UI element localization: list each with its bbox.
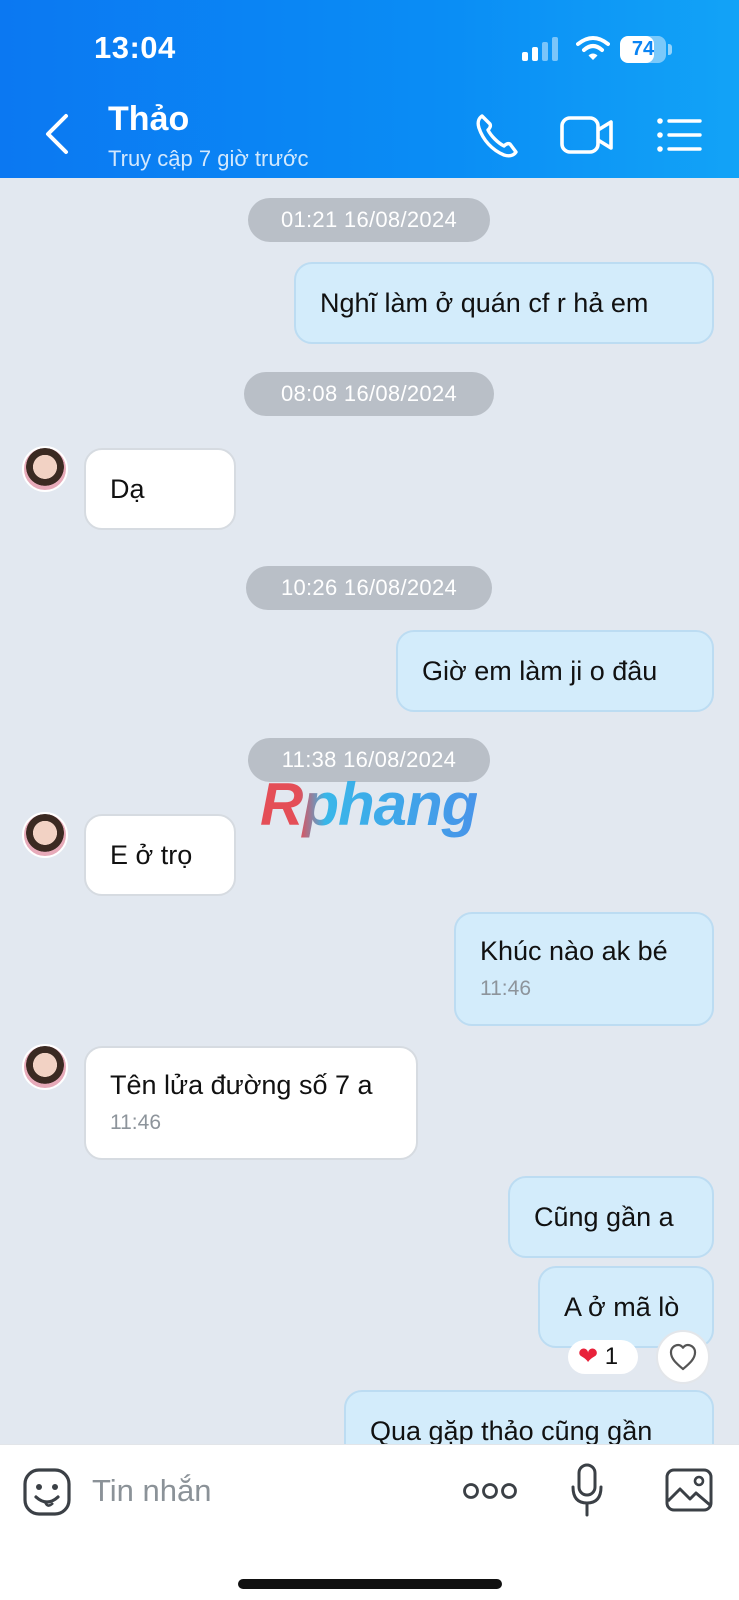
more-icon[interactable] bbox=[462, 1473, 518, 1509]
message-text: Dạ bbox=[110, 474, 145, 504]
message-time: 11:46 bbox=[110, 1111, 161, 1134]
microphone-icon[interactable] bbox=[570, 1463, 604, 1517]
image-icon[interactable] bbox=[664, 1467, 714, 1513]
message-sent[interactable]: Cũng gần a bbox=[508, 1176, 714, 1258]
battery-icon: 74 bbox=[620, 36, 672, 63]
reaction-badge[interactable]: ❤ 1 bbox=[568, 1340, 638, 1374]
message-received[interactable]: Dạ bbox=[84, 448, 236, 530]
message-time: 11:46 bbox=[480, 977, 531, 1000]
wifi-icon bbox=[576, 36, 610, 60]
cellular-signal-icon bbox=[522, 37, 560, 61]
heart-icon[interactable] bbox=[656, 1330, 710, 1384]
watermark: Rphang bbox=[260, 771, 478, 838]
message-received[interactable]: Tên lửa đường số 7 a 11:46 bbox=[84, 1046, 418, 1160]
message-text: Khúc nào ak bé bbox=[480, 936, 668, 966]
composer-bar bbox=[0, 1444, 739, 1600]
message-text: Tên lửa đường số 7 a bbox=[110, 1070, 373, 1100]
reaction-count: 1 bbox=[604, 1343, 619, 1370]
message-text: Cũng gần a bbox=[534, 1202, 674, 1232]
video-icon[interactable] bbox=[560, 110, 614, 160]
timestamp-pill: 08:08 16/08/2024 bbox=[244, 372, 494, 416]
battery-percentage: 74 bbox=[631, 38, 655, 60]
status-time: 13:04 bbox=[94, 30, 176, 65]
message-text: E ở trọ bbox=[110, 840, 193, 870]
avatar[interactable] bbox=[22, 1044, 68, 1090]
last-seen-status: Truy cập 7 giờ trước bbox=[108, 146, 309, 171]
list-icon[interactable] bbox=[656, 110, 702, 160]
timestamp-pill: 10:26 16/08/2024 bbox=[246, 566, 492, 610]
heart-icon: ❤ bbox=[578, 1343, 599, 1370]
phone-icon[interactable] bbox=[474, 110, 518, 160]
message-text: Giờ em làm ji o đâu bbox=[422, 656, 658, 686]
avatar[interactable] bbox=[22, 446, 68, 492]
chat-header: 13:04 74 Thảo Truy cập 7 giờ trước bbox=[0, 0, 739, 178]
sticker-icon[interactable] bbox=[22, 1467, 72, 1517]
message-sent[interactable]: Khúc nào ak bé 11:46 bbox=[454, 912, 714, 1026]
message-received[interactable]: E ở trọ bbox=[84, 814, 236, 896]
message-text: Nghĩ làm ở quán cf r hả em bbox=[320, 288, 649, 318]
home-indicator bbox=[238, 1579, 502, 1589]
contact-name[interactable]: Thảo bbox=[108, 100, 189, 139]
message-input[interactable] bbox=[92, 1465, 422, 1517]
back-button[interactable] bbox=[40, 112, 74, 156]
avatar[interactable] bbox=[22, 812, 68, 858]
message-sent[interactable]: Giờ em làm ji o đâu bbox=[396, 630, 714, 712]
timestamp-pill: 01:21 16/08/2024 bbox=[248, 198, 490, 242]
message-sent[interactable]: Nghĩ làm ở quán cf r hả em bbox=[294, 262, 714, 344]
